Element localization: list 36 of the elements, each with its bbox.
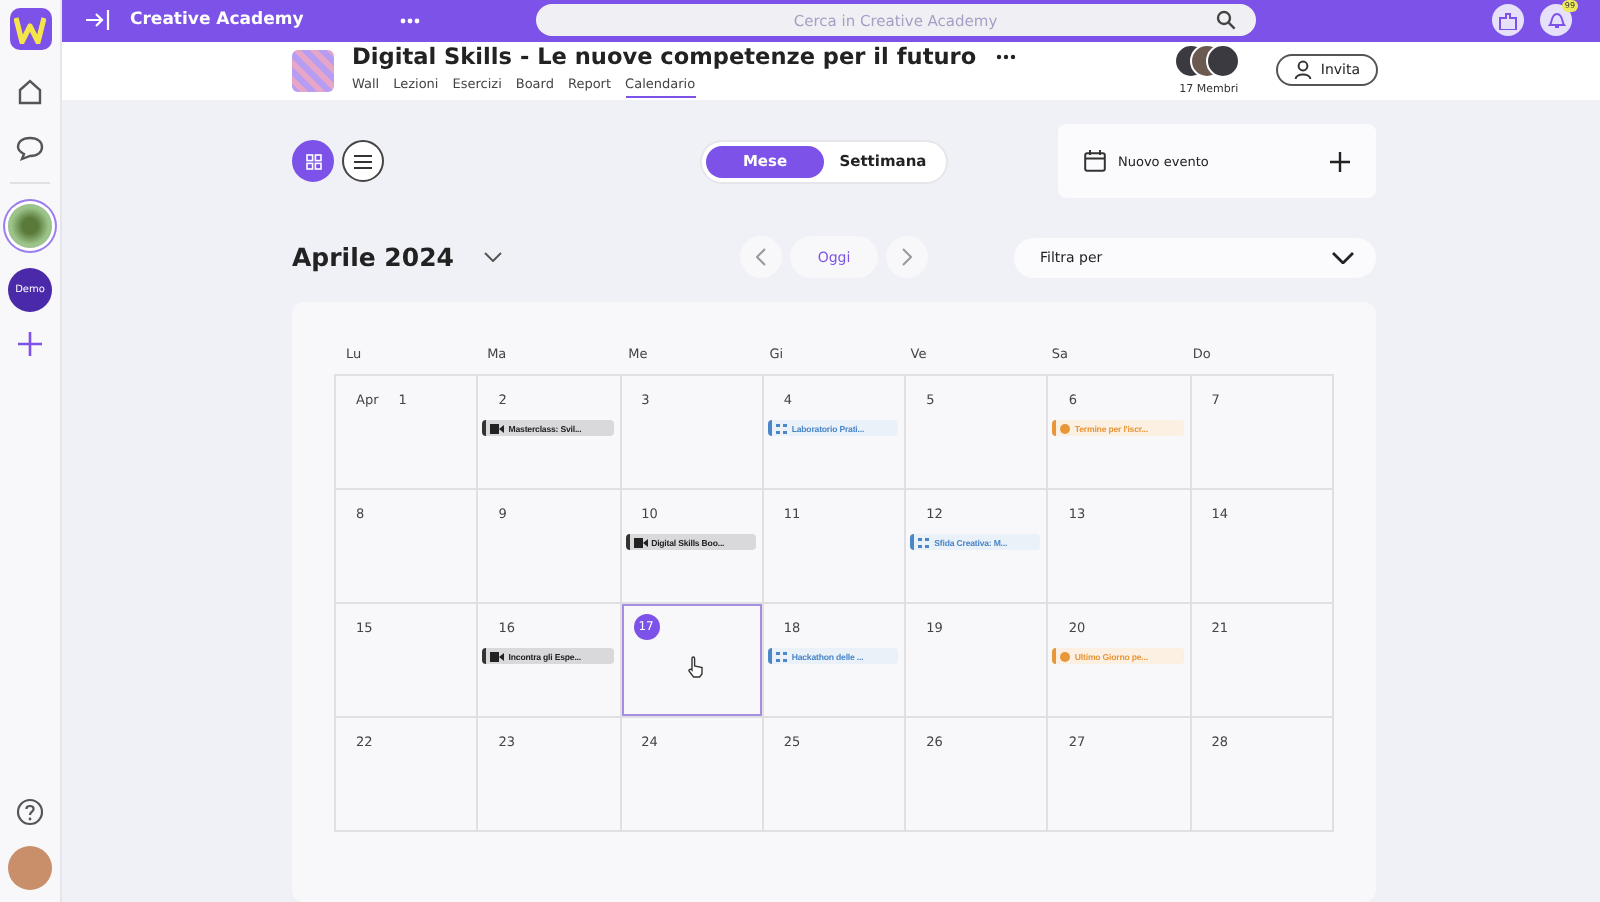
user-avatar[interactable] (8, 846, 52, 890)
chevron-left-icon (756, 248, 766, 266)
more-icon[interactable] (996, 53, 1017, 60)
chat-icon[interactable] (16, 134, 44, 162)
hand-cursor-icon (687, 656, 704, 678)
grid-view-button[interactable] (292, 140, 334, 182)
grid-icon (305, 153, 321, 169)
help-icon[interactable] (16, 798, 44, 826)
building-button[interactable] (1492, 4, 1524, 37)
grid-dots-icon (775, 423, 788, 433)
grid-dots-icon (918, 537, 931, 547)
calendar-icon (1084, 150, 1106, 172)
community-title: Creative Academy (130, 10, 304, 31)
chevron-right-icon (902, 248, 912, 266)
course-image (292, 49, 334, 92)
video-icon (490, 423, 505, 433)
course-title: Digital Skills - Le nuove competenze per il futuro (352, 43, 977, 70)
space-avatar[interactable] (8, 204, 52, 248)
list-view-button[interactable] (342, 140, 384, 182)
app-logo[interactable] (9, 8, 51, 50)
chevron-down-icon[interactable] (483, 252, 502, 262)
month-title: Aprile 2024 (292, 242, 454, 272)
bell-icon (1547, 10, 1565, 31)
list-icon (354, 153, 372, 169)
grid-dots-icon (775, 651, 788, 661)
add-icon[interactable] (18, 332, 42, 356)
home-icon[interactable] (16, 78, 44, 106)
collapse-icon[interactable] (86, 10, 110, 31)
member-avatars[interactable] (1174, 44, 1243, 79)
video-icon (633, 537, 648, 547)
building-icon (1498, 11, 1518, 30)
plus-icon (1330, 151, 1350, 171)
search-icon[interactable] (1215, 10, 1236, 31)
video-icon (490, 651, 505, 661)
person-icon (1294, 60, 1313, 81)
chevron-down-icon (1332, 251, 1354, 263)
